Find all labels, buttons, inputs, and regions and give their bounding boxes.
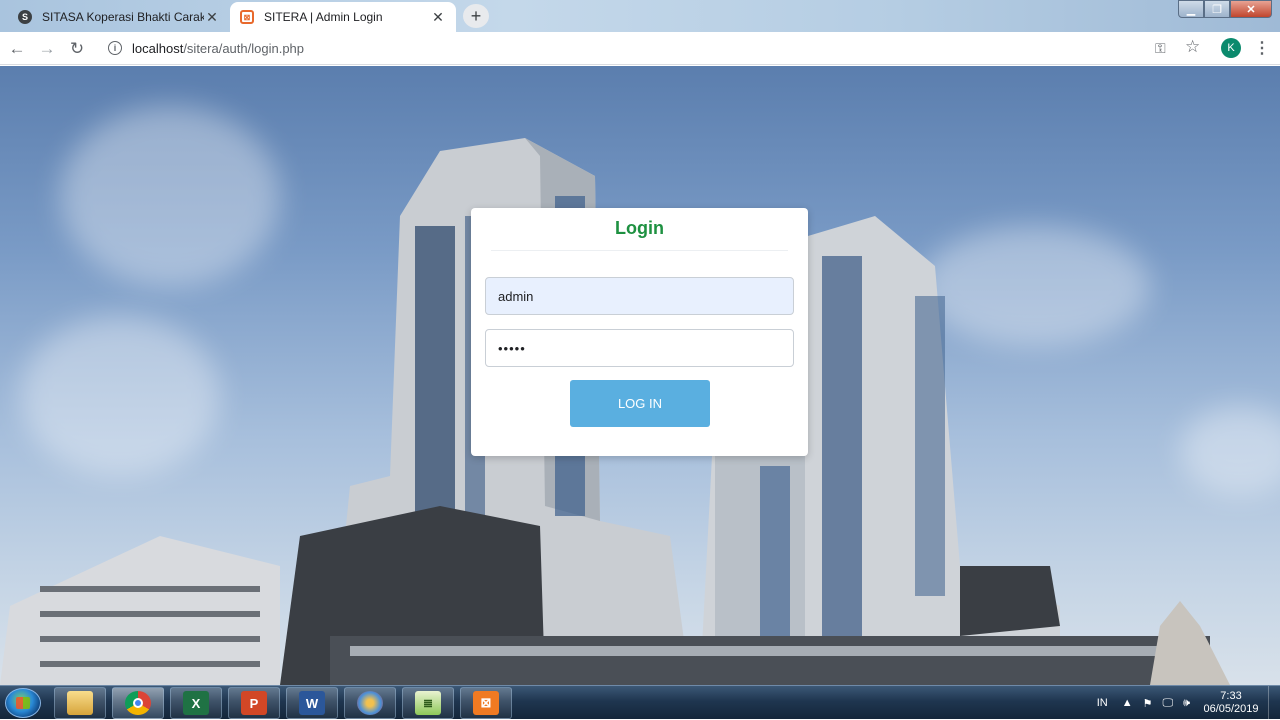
- reload-icon: ↻: [69, 39, 85, 58]
- clock[interactable]: 7:33 06/05/2019: [1200, 690, 1262, 716]
- tab-title: SITASA Koperasi Bhakti Caraka: [42, 10, 204, 24]
- show-hidden-icons-icon[interactable]: ▲: [1122, 697, 1133, 709]
- clock-time: 7:33: [1220, 690, 1242, 702]
- password-input[interactable]: •••••: [485, 329, 794, 367]
- xampp-icon: ⊠: [473, 691, 499, 715]
- plus-icon: +: [470, 5, 482, 26]
- new-tab-button[interactable]: +: [463, 4, 489, 28]
- login-title: Login: [615, 218, 664, 238]
- taskbar-excel[interactable]: X: [170, 687, 222, 719]
- tab-sitera-admin-login[interactable]: ⊠ SITERA | Admin Login ✕: [230, 2, 456, 32]
- folder-icon: [67, 691, 93, 715]
- close-icon[interactable]: ✕: [204, 9, 220, 26]
- xampp-favicon-icon: ⊠: [240, 10, 254, 24]
- url-host: localhost: [132, 40, 184, 56]
- network-icon[interactable]: 🖵: [1162, 697, 1173, 710]
- chrome-icon: [125, 691, 151, 715]
- login-card: Login admin ••••• LOG IN: [471, 208, 808, 456]
- show-desktop-button[interactable]: [1268, 686, 1280, 720]
- divider: [491, 250, 788, 251]
- bookmark-star-icon[interactable]: ☆: [1185, 37, 1200, 57]
- taskbar-word[interactable]: W: [286, 687, 338, 719]
- profile-avatar[interactable]: K: [1221, 38, 1241, 58]
- sitasa-favicon-icon: S: [18, 10, 32, 24]
- taskbar-file-explorer[interactable]: [54, 687, 106, 719]
- taskbar-chrome[interactable]: [112, 687, 164, 719]
- forward-button[interactable]: →: [36, 38, 58, 60]
- more-menu-icon[interactable]: ⋮: [1254, 38, 1270, 58]
- tab-sitasa[interactable]: S SITASA Koperasi Bhakti Caraka ✕: [8, 2, 230, 32]
- window-close-button[interactable]: ✕: [1230, 0, 1272, 18]
- arrow-left-icon: ←: [8, 39, 26, 58]
- taskbar-powerpoint[interactable]: P: [228, 687, 280, 719]
- reload-button[interactable]: ↻: [66, 38, 88, 60]
- paint-icon: [357, 691, 383, 715]
- close-icon[interactable]: ✕: [430, 9, 446, 26]
- taskbar: X P W ≣ ⊠ IN ▲ ⚑ 🖵 🕪 7:33 06/05/2019: [0, 685, 1280, 720]
- system-tray: IN ▲ ⚑ 🖵 🕪 7:33 06/05/2019: [1097, 686, 1280, 720]
- address-bar[interactable]: i localhost/sitera/auth/login.php: [100, 34, 1210, 62]
- maximize-button[interactable]: ❐: [1204, 0, 1230, 18]
- excel-icon: X: [183, 691, 209, 715]
- tab-title: SITERA | Admin Login: [264, 10, 383, 24]
- page-background: Login admin ••••• LOG IN: [0, 66, 1280, 685]
- clock-date: 06/05/2019: [1203, 703, 1259, 715]
- info-icon[interactable]: i: [108, 41, 122, 55]
- taskbar-paint[interactable]: [344, 687, 396, 719]
- back-button[interactable]: ←: [6, 38, 28, 60]
- key-icon[interactable]: ⚿: [1155, 40, 1166, 57]
- start-button[interactable]: [5, 688, 41, 718]
- notepad-icon: ≣: [415, 691, 441, 715]
- minimize-button[interactable]: ▁: [1178, 0, 1204, 18]
- word-icon: W: [299, 691, 325, 715]
- taskbar-xampp[interactable]: ⊠: [460, 687, 512, 719]
- username-input[interactable]: admin: [485, 277, 794, 315]
- browser-toolbar: ← → ↻ i localhost/sitera/auth/login.php …: [0, 32, 1280, 65]
- volume-icon[interactable]: 🕪: [1183, 697, 1190, 710]
- browser-tab-strip: S SITASA Koperasi Bhakti Caraka ✕ ⊠ SITE…: [0, 0, 1280, 32]
- powerpoint-icon: P: [241, 691, 267, 715]
- language-indicator[interactable]: IN: [1097, 697, 1108, 709]
- action-center-icon[interactable]: ⚑: [1143, 697, 1153, 710]
- taskbar-notepad-plus-plus[interactable]: ≣: [402, 687, 454, 719]
- url-path: /sitera/auth/login.php: [183, 40, 305, 56]
- login-button[interactable]: LOG IN: [570, 380, 710, 427]
- arrow-right-icon: →: [38, 39, 56, 58]
- window-controls: ▁ ❐ ✕: [1178, 0, 1272, 18]
